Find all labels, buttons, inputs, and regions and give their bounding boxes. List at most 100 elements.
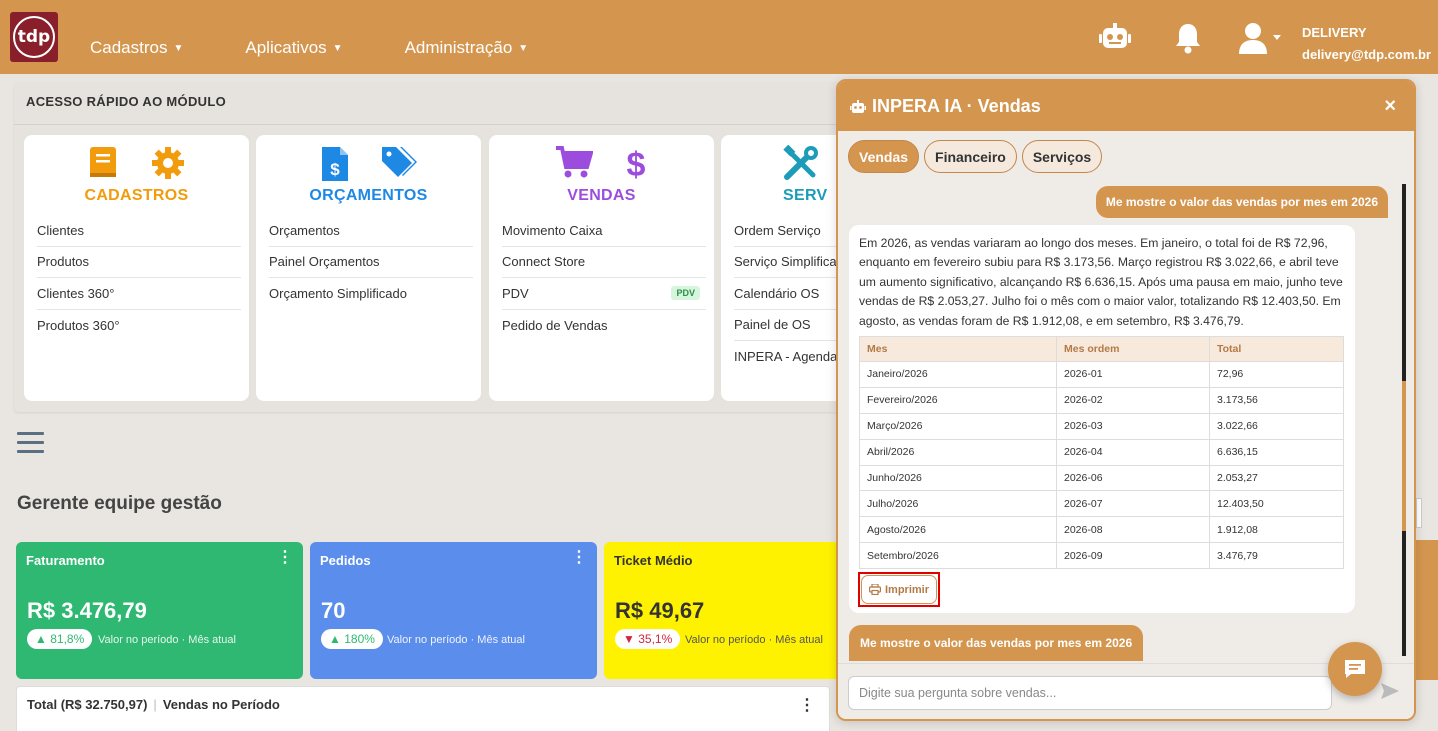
- table-header: Total: [1209, 336, 1344, 362]
- menu-label: Cadastros: [90, 38, 168, 57]
- table-header: Mes: [859, 336, 1057, 362]
- user-email: delivery@tdp.com.br: [1302, 47, 1431, 62]
- chat-messages[interactable]: Me mostre o valor das vendas por mes em …: [838, 181, 1414, 661]
- kpi-ticket-medio: Ticket Médio R$ 49,67 ▼ 35,1% Valor no p…: [604, 542, 836, 679]
- menu-aplicativos[interactable]: Aplicativos ▼: [245, 38, 342, 58]
- link-connect-store[interactable]: Connect Store: [502, 247, 706, 278]
- partial-element: [1416, 498, 1422, 528]
- table-cell: 2026-01: [1056, 361, 1210, 388]
- link-label: Ordem Serviço: [734, 222, 821, 238]
- dollar-icon: $: [626, 146, 645, 181]
- close-icon[interactable]: ×: [1384, 95, 1396, 118]
- kpi-change-badge: ▲ 180%: [321, 629, 383, 649]
- link-clientes[interactable]: Clientes: [37, 215, 241, 247]
- print-label: Imprimir: [884, 583, 929, 596]
- scrollbar-thumb[interactable]: [1402, 381, 1406, 531]
- table-row: Abril/2026 2026-04 6.636,15: [859, 438, 1344, 466]
- menu-cadastros[interactable]: Cadastros ▼: [90, 38, 183, 58]
- kpi-label: Faturamento: [26, 553, 105, 568]
- svg-text:$: $: [330, 160, 340, 179]
- link-clientes-360[interactable]: Clientes 360°: [37, 278, 241, 310]
- table-cell: 1.912,08: [1209, 516, 1344, 544]
- caret-down-icon: ▼: [518, 43, 529, 55]
- section-title: Gerente equipe gestão: [17, 493, 222, 514]
- quick-access-title: ACESSO RÁPIDO AO MÓDULO: [26, 94, 226, 109]
- module-card-vendas: $ VENDAS Movimento Caixa Connect Store P…: [489, 135, 714, 401]
- link-orcamentos[interactable]: Orçamentos: [269, 215, 473, 247]
- table-header: Mes ordem: [1056, 336, 1210, 362]
- menu-administracao[interactable]: Administração ▼: [405, 38, 529, 58]
- link-label: Clientes 360°: [37, 285, 115, 301]
- table-cell: Julho/2026: [859, 490, 1057, 518]
- kpi-meta: Valor no período · Mês atual: [387, 634, 525, 646]
- table-row: Janeiro/2026 2026-01 72,96: [859, 361, 1344, 388]
- link-movimento-caixa[interactable]: Movimento Caixa: [502, 215, 706, 247]
- table-cell: Agosto/2026: [859, 516, 1057, 544]
- company-logo[interactable]: tdp: [10, 12, 58, 62]
- gear-icon: [151, 147, 184, 179]
- table-cell: Junho/2026: [859, 464, 1057, 492]
- arrow-down-icon: ▼: [623, 632, 639, 646]
- kpi-value: 70: [321, 598, 346, 623]
- user-avatar-icon[interactable]: [1234, 20, 1284, 56]
- link-label: Orçamento Simplificado: [269, 286, 407, 302]
- robot-icon[interactable]: [1097, 20, 1133, 56]
- main-menu: Cadastros ▼ Aplicativos ▼ Administração ▼: [90, 38, 528, 58]
- table-row: Agosto/2026 2026-08 1.912,08: [859, 516, 1344, 544]
- kpi-change-badge: ▲ 81,8%: [27, 629, 93, 649]
- bell-icon[interactable]: [1170, 20, 1206, 56]
- tab-servicos[interactable]: Serviços: [1021, 140, 1103, 173]
- quick-access-panel: ACESSO RÁPIDO AO MÓDULO CADASTROS Client…: [14, 82, 864, 412]
- table-cell: 2026-03: [1056, 412, 1210, 440]
- table-row: Julho/2026 2026-07 12.403,50: [859, 490, 1344, 518]
- chat-bubble-icon: [1345, 660, 1365, 678]
- link-label: Connect Store: [502, 254, 586, 270]
- tab-vendas[interactable]: Vendas: [848, 140, 920, 173]
- chat-header: INPERA IA · Vendas ×: [838, 81, 1414, 131]
- user-name: DELIVERY: [1302, 25, 1367, 40]
- card-label: Vendas no Período: [162, 697, 280, 712]
- send-icon[interactable]: [1380, 682, 1400, 700]
- arrow-up-icon: ▲: [329, 632, 345, 646]
- partial-card: [1416, 540, 1438, 680]
- table-cell: 3.476,79: [1209, 542, 1344, 570]
- link-pedido-de-vendas[interactable]: Pedido de Vendas: [502, 310, 706, 342]
- input-placeholder: Digite sua pergunta sobre vendas...: [859, 686, 1057, 700]
- link-produtos-360[interactable]: Produtos 360°: [37, 310, 241, 342]
- svg-text:$: $: [626, 146, 645, 181]
- chat-input[interactable]: Digite sua pergunta sobre vendas...: [848, 676, 1332, 710]
- table-cell: 2026-06: [1056, 464, 1210, 492]
- table-cell: 3.022,66: [1209, 412, 1344, 440]
- link-painel-orcamentos[interactable]: Painel Orçamentos: [269, 247, 473, 278]
- module-card-orcamentos: $ ORÇAMENTOS Orçamentos Painel Orçamento…: [256, 135, 481, 401]
- more-options-icon[interactable]: ⋮: [571, 550, 587, 566]
- tags-icon: [381, 147, 417, 177]
- link-pdv[interactable]: PDV PDV: [502, 278, 706, 310]
- more-options-icon[interactable]: ⋮: [277, 550, 293, 566]
- link-label: Painel de OS: [734, 317, 811, 333]
- link-label: Orçamentos: [269, 222, 340, 238]
- kpi-value: R$ 49,67: [615, 598, 705, 623]
- tab-financeiro[interactable]: Financeiro: [924, 140, 1017, 173]
- link-label: Painel Orçamentos: [269, 254, 380, 270]
- link-orcamento-simplificado[interactable]: Orçamento Simplificado: [269, 278, 473, 310]
- kpi-change: 81,8%: [50, 632, 85, 646]
- table-cell: 2026-04: [1056, 438, 1210, 466]
- book-icon: [89, 147, 116, 177]
- bot-message-text: Em 2026, as vendas variaram ao longo dos…: [859, 236, 1343, 328]
- logo-text: tdp: [13, 16, 55, 58]
- hamburger-menu-icon[interactable]: [17, 432, 44, 454]
- table-cell: Março/2026: [859, 412, 1057, 440]
- sales-period-card: Total (R$ 32.750,97) | Vendas no Período ⋮: [16, 686, 830, 731]
- sales-table: Mes Mes ordem Total Janeiro/2026 2026-01 7…: [859, 336, 1344, 570]
- print-button[interactable]: Imprimir: [861, 575, 937, 604]
- user-info[interactable]: DELIVERY delivery@tdp.com.br: [1302, 22, 1431, 66]
- chat-fab-button[interactable]: [1328, 642, 1382, 696]
- kpi-pedidos: Pedidos ⋮ 70 ▲ 180% Valor no período · M…: [310, 542, 597, 679]
- caret-down-icon: ▼: [173, 43, 184, 55]
- link-produtos[interactable]: Produtos: [37, 247, 241, 278]
- kpi-label: Ticket Médio: [614, 553, 693, 568]
- kpi-meta: Valor no período · Mês atual: [685, 634, 823, 646]
- kpi-value: R$ 3.476,79: [27, 598, 147, 623]
- more-options-icon[interactable]: ⋮: [799, 695, 815, 715]
